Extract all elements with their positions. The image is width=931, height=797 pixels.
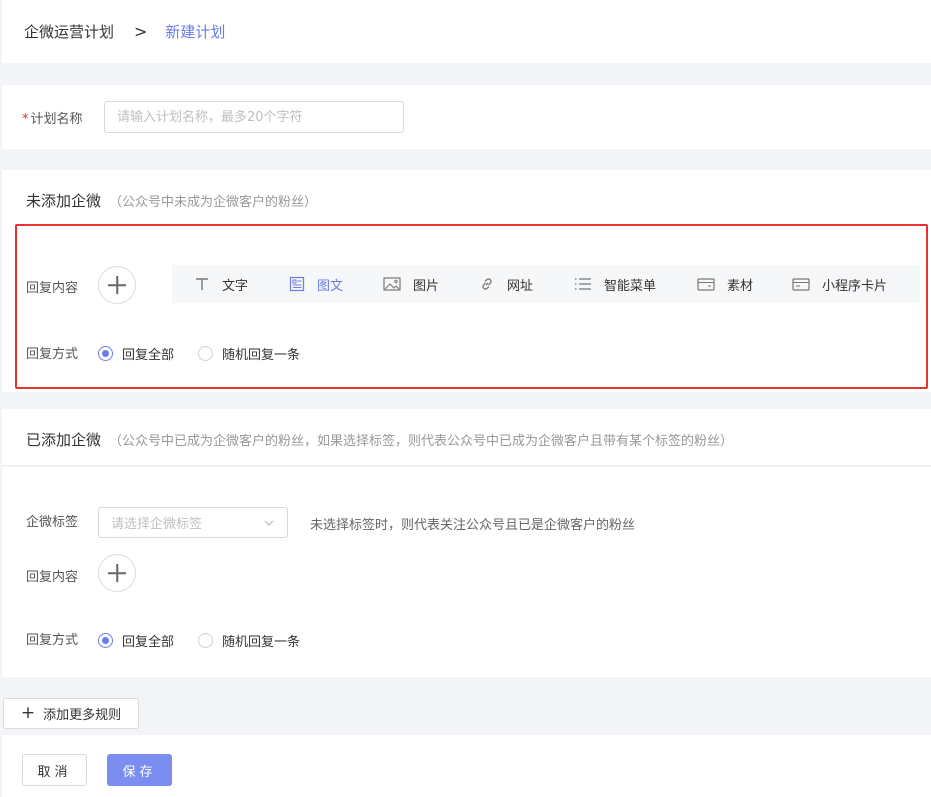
menu-list-icon: [575, 278, 591, 290]
footer-actions: 取消 保存: [2, 735, 931, 797]
radio-unchecked[interactable]: [198, 633, 214, 648]
section-added: 企微标签 请选择企微标签 未选择标签时，则代表关注公众号且已是企微客户的粉丝 回…: [2, 467, 931, 677]
toolbar-material[interactable]: 素材: [697, 265, 753, 303]
toolbar-smart-menu[interactable]: 智能菜单: [574, 265, 656, 303]
reply-mode-all[interactable]: 回复全部: [98, 344, 174, 363]
breadcrumb-current: 新建计划: [165, 23, 226, 41]
mini-program-card-icon: [792, 278, 810, 291]
tag-label: 企微标签: [26, 515, 79, 530]
plan-name-card: * 计划名称: [2, 85, 931, 149]
plan-name-label: * 计划名称: [22, 112, 83, 127]
section-added-header: 已添加企微 （公众号中已成为企微客户的粉丝，如果选择标签，则代表公众号中已成为企微…: [2, 409, 931, 466]
reply-mode-label: 回复方式: [26, 347, 79, 362]
toolbar-image[interactable]: 图片: [383, 265, 439, 303]
text-icon: [196, 278, 208, 290]
reply-content-label: 回复内容: [26, 281, 79, 296]
plus-icon: +: [20, 703, 36, 723]
toolbar-text[interactable]: 文字: [194, 265, 248, 303]
tag-select[interactable]: 请选择企微标签: [98, 507, 288, 538]
cancel-button[interactable]: 取消: [22, 754, 87, 786]
add-reply-content-button-2[interactable]: [98, 554, 136, 592]
reply-content-label-2: 回复内容: [26, 570, 79, 585]
radio-checked[interactable]: [98, 346, 113, 361]
section-not-added-title: 未添加企微 （公众号中未成为企微客户的粉丝）: [26, 192, 318, 210]
breadcrumb-separator: >: [134, 22, 148, 41]
article-icon: [289, 276, 305, 292]
radio-checked[interactable]: [98, 633, 113, 648]
reply-mode-radio-group-2: 回复全部 随机回复一条: [98, 631, 324, 650]
section-not-added-description: （公众号中未成为企微客户的粉丝）: [109, 195, 318, 210]
required-mark: *: [22, 112, 29, 127]
reply-mode-random[interactable]: 随机回复一条: [198, 344, 300, 363]
save-button[interactable]: 保存: [107, 754, 172, 786]
highlight-box: [15, 224, 928, 389]
breadcrumb: 企微运营计划 > 新建计划: [2, 0, 931, 63]
reply-mode-label-2: 回复方式: [26, 633, 79, 648]
add-reply-content-button[interactable]: [98, 266, 136, 304]
section-not-added: 未添加企微 （公众号中未成为企微客户的粉丝） 回复内容 文字 图文 图片 网址 智…: [2, 170, 931, 392]
toolbar-link[interactable]: 网址: [479, 265, 533, 303]
material-icon: [697, 278, 715, 291]
image-icon: [383, 277, 401, 291]
toolbar-mini-program-card[interactable]: 小程序卡片: [792, 265, 887, 303]
plan-name-input[interactable]: [104, 101, 404, 133]
radio-unchecked[interactable]: [198, 346, 214, 361]
reply-mode-random-2[interactable]: 随机回复一条: [198, 631, 300, 650]
tag-select-placeholder: 请选择企微标签: [111, 517, 203, 532]
section-added-description: （公众号中已成为企微客户的粉丝，如果选择标签，则代表公众号中已成为企微客户且带有…: [109, 434, 734, 449]
tag-hint: 未选择标签时，则代表关注公众号且已是企微客户的粉丝: [310, 518, 636, 533]
section-added-title: 已添加企微 （公众号中已成为企微客户的粉丝，如果选择标签，则代表公众号中已成为企微…: [26, 431, 734, 449]
link-icon: [482, 278, 492, 290]
reply-mode-all-2[interactable]: 回复全部: [98, 631, 174, 650]
reply-mode-radio-group: 回复全部 随机回复一条: [98, 344, 324, 363]
toolbar-article[interactable]: 图文: [289, 265, 343, 303]
reply-content-toolbar: 文字 图文 图片 网址 智能菜单 素材 小程序卡片: [172, 265, 920, 303]
chevron-down-icon: [264, 520, 274, 526]
add-more-rules-button[interactable]: + 添加更多规则: [3, 698, 139, 729]
breadcrumb-root[interactable]: 企微运营计划: [24, 21, 114, 42]
